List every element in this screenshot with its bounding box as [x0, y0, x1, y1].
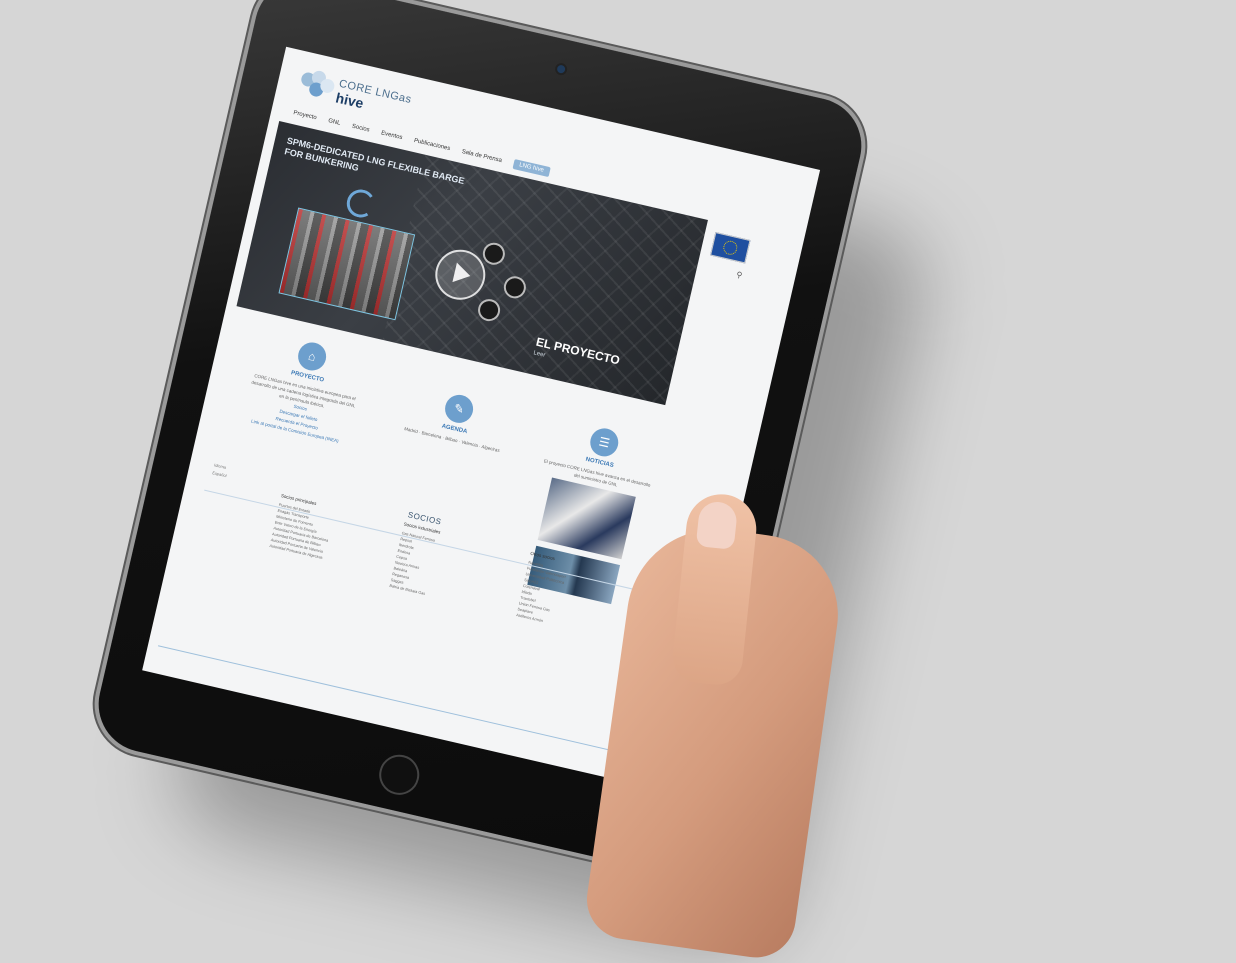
nav-item-sala-prensa[interactable]: Sala de Prensa [461, 149, 502, 164]
logo-hexagon-icon[interactable] [297, 67, 337, 104]
calendar-icon: ✎ [442, 392, 476, 426]
nav-item-gnl[interactable]: GNL [327, 118, 340, 127]
column-proyecto: ⌂ PROYECTO CORE LNGas hive es una inicia… [240, 330, 369, 447]
industry-icon: ⌂ [295, 339, 329, 374]
home-button[interactable] [375, 750, 424, 799]
camera-icon [556, 64, 566, 74]
hero-plant-photo [278, 207, 416, 321]
nav-item-proyecto[interactable]: Proyecto [293, 110, 317, 121]
eu-flag-icon [710, 232, 751, 264]
nav-item-socios[interactable]: Socios [351, 124, 370, 134]
partner-group: Socios principales Puertos del Estado En… [269, 493, 379, 571]
news-photo-handshake[interactable] [537, 477, 636, 560]
photo-scene: CORE LNGas hive Proyecto GNL Socios Even… [0, 0, 1236, 963]
search-icon[interactable]: ⚲ [735, 270, 743, 280]
footer-line [157, 645, 665, 764]
nav-item-eventos[interactable]: Eventos [380, 130, 402, 141]
partner-group: Socios industriales Gas Natural Fenosa R… [389, 521, 502, 611]
column-agenda: ✎ AGENDA Madrid · Barcelona · Bilbao · V… [402, 384, 510, 454]
nav-item-publicaciones[interactable]: Publicaciones [413, 138, 450, 152]
language-selector[interactable]: Idioma Español [211, 461, 229, 480]
loading-ring-icon [343, 186, 378, 221]
news-icon: ☰ [587, 425, 622, 460]
